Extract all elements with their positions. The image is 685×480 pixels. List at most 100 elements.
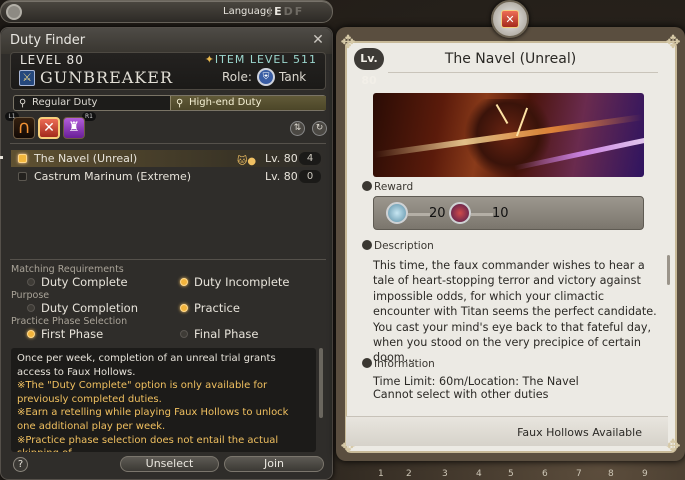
- ornament-icon: ✥: [340, 32, 356, 53]
- duty-checkbox[interactable]: [18, 154, 27, 163]
- header-label: Description: [374, 240, 434, 252]
- refresh-icon[interactable]: ↻: [312, 121, 327, 136]
- radio-icon: [180, 278, 188, 286]
- language-key-f[interactable]: F: [295, 5, 305, 18]
- hotbar-number: 6: [542, 469, 548, 479]
- bullet-icon: [362, 358, 372, 368]
- raid-category-icon[interactable]: ♜: [63, 117, 85, 139]
- language-key-e[interactable]: E: [274, 5, 284, 18]
- duty-banner-image: [373, 93, 644, 177]
- bottom-bar: ? Unselect Join: [1, 453, 332, 480]
- information-text: Time Limit: 60m/Location: The Navel Cann…: [373, 375, 579, 401]
- option-first-phase[interactable]: First Phase: [27, 327, 103, 341]
- reward-amount: 10: [492, 206, 509, 221]
- sort-icon[interactable]: ⇅: [290, 121, 305, 136]
- hotbar-number: 7: [576, 469, 582, 479]
- title-underline: [388, 72, 658, 73]
- trial-category-icon[interactable]: ✕: [38, 117, 60, 139]
- description-scrollbar[interactable]: [667, 255, 670, 285]
- option-label: First Phase: [41, 327, 104, 341]
- radio-icon: [180, 330, 188, 338]
- information-header: Information: [362, 358, 435, 370]
- window-title: Duty Finder: [10, 33, 86, 48]
- duty-checkbox[interactable]: [18, 172, 27, 181]
- item-level: ✦ITEM LEVEL 511: [205, 53, 317, 66]
- option-duty-completion[interactable]: Duty Completion: [27, 301, 138, 315]
- purpose-header: Purpose: [11, 290, 50, 301]
- detail-title: The Navel (Unreal): [444, 51, 577, 67]
- info-line: Time Limit: 60m/Location: The Navel: [373, 375, 579, 388]
- duty-row[interactable]: The Navel (Unreal) 🐱● Lv. 80 4: [11, 150, 326, 167]
- radio-icon: [27, 304, 35, 312]
- notes-scrollbar[interactable]: [319, 348, 323, 418]
- option-label: Final Phase: [194, 327, 259, 341]
- language-label: Language: [223, 6, 273, 17]
- hotbar-number: 2: [406, 469, 412, 479]
- close-icon[interactable]: ✥: [663, 33, 683, 53]
- detail-footer: Faux Hollows Available: [346, 416, 668, 446]
- hotbar-number: 3: [442, 469, 448, 479]
- option-duty-incomplete[interactable]: Duty Incomplete: [180, 275, 290, 289]
- reward-bar: [408, 213, 430, 216]
- reward-bar: [471, 213, 493, 216]
- hotbar-number: 1: [378, 469, 384, 479]
- tab-label: Regular Duty: [32, 97, 98, 108]
- description-text: This time, the faux commander wishes to …: [373, 259, 657, 365]
- duty-name: Castrum Marinum (Extreme): [34, 170, 192, 183]
- unselect-button[interactable]: Unselect: [120, 456, 219, 472]
- job-name: GUNBREAKER: [40, 68, 173, 87]
- tank-shield-icon: ⛨: [257, 68, 275, 86]
- tab-high-end-duty[interactable]: ⚲ High-end Duty: [170, 96, 326, 110]
- note-line: ※Earn a retelling while playing Faux Hol…: [17, 407, 289, 432]
- option-label: Duty Completion: [41, 301, 138, 315]
- divider: [10, 259, 326, 260]
- close-icon[interactable]: ✕: [310, 32, 326, 48]
- radio-icon: [27, 330, 35, 338]
- hotbar-strip: 1 2 3 4 5 6 7 8 9: [336, 461, 685, 480]
- tomestone-icon[interactable]: [386, 202, 408, 224]
- option-duty-complete[interactable]: Duty Complete: [27, 275, 128, 289]
- tab-regular-duty[interactable]: ⚲ Regular Duty: [14, 96, 170, 110]
- notes-panel: Once per week, completion of an unreal t…: [11, 348, 316, 452]
- reward-header: Reward: [362, 181, 413, 193]
- job-level: LEVEL 80: [20, 53, 84, 67]
- selection-marker: [0, 156, 3, 159]
- option-final-phase[interactable]: Final Phase: [180, 327, 259, 341]
- practice-phase-header: Practice Phase Selection: [11, 316, 128, 327]
- trial-medallion-icon: ✕: [491, 0, 529, 38]
- language-bar: Language JEDF: [0, 0, 333, 23]
- reward-amount: 20: [429, 206, 446, 221]
- job-panel: LEVEL 80 ✦ITEM LEVEL 511 ⚔ GUNBREAKER Ro…: [10, 52, 326, 90]
- system-gear-icon[interactable]: [6, 4, 22, 20]
- item-level-icon: ✦: [204, 53, 215, 66]
- trial-category-icon: ✕: [501, 10, 519, 28]
- option-practice[interactable]: Practice: [180, 301, 240, 315]
- note-line: ※Practice phase selection does not entai…: [17, 434, 279, 452]
- window-titlebar[interactable]: Duty Finder ✕: [1, 28, 332, 54]
- search-icon: ⚲: [176, 98, 184, 109]
- dungeon-category-icon[interactable]: ∩: [13, 117, 35, 139]
- note-line: Once per week, completion of an unreal t…: [17, 353, 276, 378]
- duty-row[interactable]: Castrum Marinum (Extreme) Lv. 80 0: [11, 168, 326, 185]
- duty-count: 0: [299, 170, 321, 183]
- option-label: Practice: [194, 301, 240, 315]
- join-button[interactable]: Join: [224, 456, 324, 472]
- detail-level-badge: Lv. 80: [354, 48, 384, 87]
- hotbar-number: 5: [508, 469, 514, 479]
- hotbar-number: 8: [608, 469, 614, 479]
- language-key-d[interactable]: D: [284, 5, 295, 18]
- help-icon[interactable]: ?: [13, 457, 28, 472]
- option-label: Duty Incomplete: [194, 275, 290, 289]
- matching-requirements-header: Matching Requirements: [11, 264, 124, 275]
- bullet-icon: [362, 240, 372, 250]
- search-icon: ⚲: [19, 98, 27, 109]
- item-level-text: ITEM LEVEL 511: [214, 53, 317, 66]
- option-label: Duty Complete: [41, 275, 128, 289]
- note-line: ※The "Duty Complete" option is only avai…: [17, 380, 268, 405]
- duty-tabs: ⚲ Regular Duty ⚲ High-end Duty: [13, 95, 326, 111]
- token-icon[interactable]: [449, 202, 471, 224]
- language-keys[interactable]: JEDF: [268, 5, 304, 18]
- hotbar-number: 9: [642, 469, 648, 479]
- bullet-icon: [362, 181, 372, 191]
- divider: [10, 143, 326, 144]
